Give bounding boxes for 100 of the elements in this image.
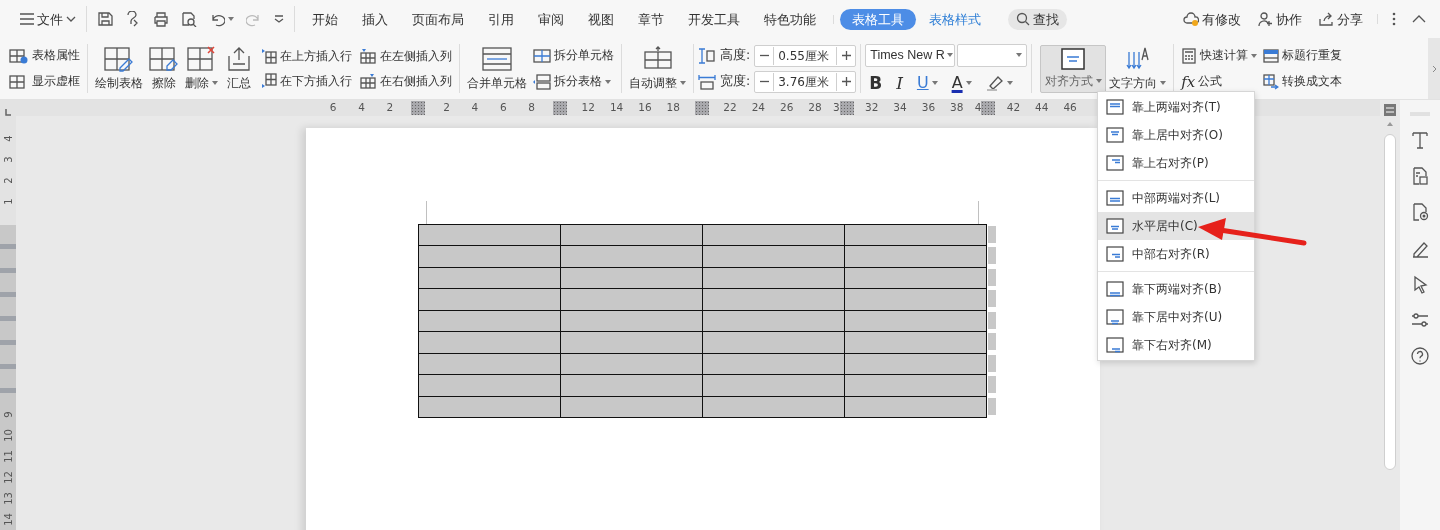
ribbon-tab[interactable]: 审阅 (527, 8, 575, 30)
ribbon-tab[interactable]: 章节 (627, 8, 675, 30)
insert-column-left-icon (360, 48, 377, 64)
insert-button[interactable]: 在上方插入行 (257, 43, 355, 69)
caret-icon (1095, 79, 1102, 84)
row-end-mark (988, 333, 996, 351)
ruler-number: 46 (1063, 101, 1077, 113)
sidebar-button[interactable] (1408, 344, 1432, 368)
quick-calc-button[interactable]: 快速计算 (1178, 43, 1261, 68)
ruler-number: 3 (833, 101, 840, 113)
table-cell[interactable] (418, 310, 561, 332)
insert-button[interactable]: 在左侧插入列 (357, 43, 455, 69)
ruler-number: 22 (723, 101, 737, 113)
ruler-marker[interactable] (694, 101, 709, 115)
ribbon-tab[interactable]: 特色功能 (753, 8, 827, 30)
table-cell[interactable] (418, 245, 561, 268)
row-height-icon (698, 47, 716, 64)
menu-item[interactable]: 中部两端对齐(L) (1098, 184, 1254, 212)
table-cell[interactable] (702, 224, 845, 246)
header-row-icon (1263, 47, 1280, 64)
plus-icon (841, 77, 851, 86)
search-icon (1016, 12, 1030, 26)
ruler-marker[interactable] (411, 101, 426, 115)
italic-button[interactable]: I (892, 72, 907, 94)
table-cell[interactable] (418, 288, 561, 311)
table-properties-button[interactable]: 表格属性 (6, 43, 83, 68)
ruler-number: 4 (358, 101, 365, 113)
menu-item[interactable]: 靠上右对齐(P) (1098, 149, 1254, 177)
row-end-mark (988, 311, 996, 329)
ruler-marker[interactable] (552, 101, 567, 115)
font-color-button[interactable]: A (947, 73, 976, 93)
underline-button[interactable]: U (912, 73, 942, 93)
toolbar-button[interactable]: 协作 (1251, 8, 1308, 30)
insert-button[interactable]: 在下方插入行 (257, 68, 355, 94)
ruler-number: 4 (1, 135, 15, 142)
ruler-number: 44 (1035, 101, 1049, 113)
column-width-icon (698, 73, 716, 90)
scroll-up-icon (1387, 122, 1393, 126)
caret-icon (1160, 81, 1167, 86)
show-gridlines-button[interactable]: 显示虚框 (6, 69, 83, 94)
table-tool-button[interactable]: 删除 (182, 39, 221, 98)
table-cell[interactable] (418, 331, 561, 354)
ribbon-tab[interactable]: 插入 (351, 8, 399, 30)
table-tool-button[interactable]: 擦除 (146, 39, 182, 98)
ribbon-tab[interactable]: 开发工具 (677, 8, 751, 30)
menu-item[interactable]: 靠上居中对齐(O) (1098, 121, 1254, 149)
merge-cells-button[interactable]: 合并单元格 (464, 39, 530, 98)
search-button[interactable]: 查找 (1008, 8, 1067, 30)
font-size-field[interactable] (957, 43, 1028, 67)
save-icon (97, 11, 113, 27)
document-icon (1410, 166, 1430, 186)
field-label: 宽度: (720, 72, 751, 91)
split-button[interactable]: 拆分表格 (530, 69, 617, 94)
ribbon-tab[interactable]: 表格样式 (918, 8, 992, 30)
ruler-number: 1 (1, 198, 15, 205)
font-name-field[interactable]: Times New R (865, 43, 956, 67)
caret-icon (1016, 53, 1023, 58)
print-icon (153, 11, 169, 27)
size-field[interactable]: 0.55厘米 (754, 44, 857, 67)
split-table-icon (533, 73, 551, 90)
menu-item[interactable]: 中部右对齐(R) (1098, 240, 1254, 268)
ruler-number: 42 (1006, 101, 1021, 113)
table-tool-button[interactable]: 转换成文本 (1260, 69, 1346, 94)
ruler-marker[interactable] (981, 101, 996, 115)
table-tool-button[interactable]: 绘制表格 (92, 39, 146, 98)
table-cell[interactable] (418, 267, 561, 289)
ruler-number: 14 (609, 101, 624, 113)
menu-item[interactable]: 靠下两端对齐(B) (1098, 275, 1254, 303)
table-cell[interactable] (418, 353, 561, 375)
ribbon-tab[interactable]: 开始 (301, 8, 349, 30)
ruler-marker[interactable] (839, 101, 854, 115)
calculator-icon (1181, 47, 1198, 64)
table-tool-button[interactable]: 汇总 (221, 39, 257, 98)
ruler-number: 14 (1, 513, 15, 526)
ribbon-tab[interactable]: 引用 (477, 8, 525, 30)
ruler-number: 2 (386, 101, 394, 113)
table-cell[interactable] (418, 374, 561, 397)
table-tool-button[interactable]: 标题行重复 (1260, 43, 1346, 68)
file-menu[interactable]: 文件 (14, 8, 82, 30)
table-cell[interactable] (560, 224, 703, 246)
ruler-number: 8 (528, 101, 535, 113)
toolbar-button[interactable]: 有修改 (1177, 8, 1247, 30)
ribbon-tab[interactable]: 页面布局 (401, 8, 475, 30)
size-field[interactable]: 3.76厘米 (754, 70, 857, 93)
table-cell[interactable] (418, 396, 561, 418)
table-cell[interactable] (844, 224, 987, 246)
bold-button[interactable]: B (865, 72, 887, 94)
table-cell[interactable] (418, 224, 561, 246)
align-button[interactable]: 对齐方式 (1040, 44, 1107, 93)
insert-button[interactable]: 在右侧插入列 (357, 68, 455, 94)
scrollbar-thumb[interactable] (1384, 134, 1396, 470)
split-button[interactable]: 拆分单元格 (530, 43, 617, 68)
menu-item[interactable]: 靠下右对齐(M) (1098, 331, 1254, 359)
formula-button[interactable]: fx 公式 (1178, 69, 1261, 94)
toolbar-button[interactable]: 分享 (1312, 8, 1369, 30)
menu-item[interactable]: 水平居中(C) (1098, 212, 1254, 240)
auto-fit-button[interactable]: 自动调整 (626, 39, 689, 98)
align-center-icon (1061, 48, 1086, 71)
menu-item[interactable]: 靠下居中对齐(U) (1098, 303, 1254, 331)
ribbon-tab[interactable]: 视图 (577, 8, 625, 30)
